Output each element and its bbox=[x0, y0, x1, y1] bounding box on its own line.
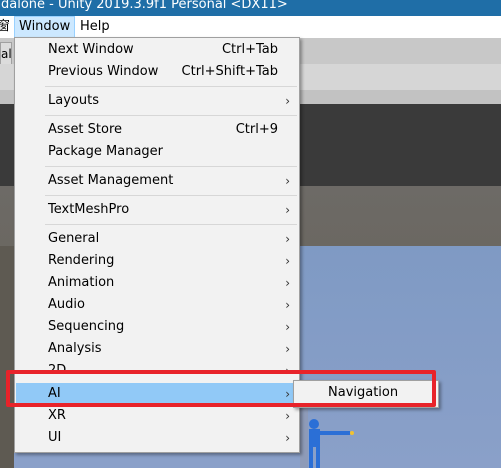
character-model-icon bbox=[300, 408, 354, 468]
menu-item-label: XR bbox=[48, 408, 66, 423]
chevron-right-icon: › bbox=[285, 174, 290, 188]
menu-separator bbox=[45, 166, 297, 167]
chevron-right-icon: › bbox=[285, 298, 290, 312]
menu-item-label: General bbox=[48, 231, 100, 246]
menu-separator bbox=[45, 195, 297, 196]
chevron-right-icon: › bbox=[285, 276, 290, 290]
menu-item-layouts[interactable]: Layouts › bbox=[16, 90, 298, 112]
chevron-right-icon: › bbox=[285, 94, 290, 108]
menu-item-label: Analysis bbox=[48, 341, 102, 356]
chevron-right-icon: › bbox=[285, 342, 290, 356]
chevron-right-icon: › bbox=[285, 409, 290, 423]
menu-item-label: Layouts bbox=[48, 93, 99, 108]
character-leg-left bbox=[309, 447, 313, 468]
menu-item-label: Asset Store bbox=[48, 122, 123, 137]
character-hand bbox=[350, 431, 354, 435]
chevron-right-icon: › bbox=[285, 254, 290, 268]
menu-item-label: Audio bbox=[48, 297, 85, 312]
scene-ground-edge bbox=[300, 408, 308, 468]
menu-item-label: Animation bbox=[48, 275, 115, 290]
menu-separator bbox=[45, 115, 297, 116]
annotation-highlight-box bbox=[6, 370, 436, 407]
menu-item-package-manager[interactable]: Package Manager bbox=[16, 141, 298, 163]
menu-item-label: UI bbox=[48, 430, 62, 445]
character-leg-right bbox=[316, 447, 320, 468]
menu-item-analysis[interactable]: Analysis › bbox=[16, 338, 298, 360]
chevron-right-icon: › bbox=[285, 431, 290, 445]
character-head bbox=[309, 419, 319, 429]
chevron-right-icon: › bbox=[285, 320, 290, 334]
menu-help[interactable]: Help bbox=[76, 16, 114, 38]
menu-item-partial[interactable]: 窗 bbox=[0, 16, 10, 38]
menu-bar: 窗 Window Help bbox=[0, 16, 501, 38]
menu-item-label: Package Manager bbox=[48, 144, 164, 159]
menu-item-audio[interactable]: Audio › bbox=[16, 294, 298, 316]
character-arm bbox=[320, 431, 350, 435]
editor-tab[interactable]: al bbox=[0, 42, 12, 66]
scene-ground-left bbox=[0, 246, 14, 468]
menu-item-shortcut: Ctrl+Tab bbox=[221, 42, 278, 57]
menu-item-rendering[interactable]: Rendering › bbox=[16, 250, 298, 272]
menu-item-shortcut: Ctrl+9 bbox=[235, 122, 278, 137]
menu-separator bbox=[45, 86, 297, 87]
menu-item-textmeshpro[interactable]: TextMeshPro › bbox=[16, 199, 298, 221]
menu-item-label: Sequencing bbox=[48, 319, 125, 334]
menu-item-label: Previous Window bbox=[48, 64, 159, 79]
menu-item-general[interactable]: General › bbox=[16, 228, 298, 250]
menu-item-sequencing[interactable]: Sequencing › bbox=[16, 316, 298, 338]
menu-item-ui[interactable]: UI › bbox=[16, 427, 298, 449]
menu-item-label: Asset Management bbox=[48, 173, 174, 188]
menu-item-xr[interactable]: XR › bbox=[16, 405, 298, 427]
menu-item-next-window[interactable]: Next Window Ctrl+Tab bbox=[16, 39, 298, 61]
editor-tab-label: al bbox=[1, 47, 12, 61]
menu-item-animation[interactable]: Animation › bbox=[16, 272, 298, 294]
menu-window[interactable]: Window bbox=[14, 16, 76, 38]
menu-item-asset-store[interactable]: Asset Store Ctrl+9 bbox=[16, 119, 298, 141]
chevron-right-icon: › bbox=[285, 232, 290, 246]
menu-item-previous-window[interactable]: Previous Window Ctrl+Shift+Tab bbox=[16, 61, 298, 83]
menu-item-asset-management[interactable]: Asset Management › bbox=[16, 170, 298, 192]
menu-separator bbox=[45, 224, 297, 225]
menu-item-label: Next Window bbox=[48, 42, 134, 57]
menu-item-shortcut: Ctrl+Shift+Tab bbox=[181, 64, 278, 79]
chevron-right-icon: › bbox=[285, 203, 290, 217]
menu-item-label: Rendering bbox=[48, 253, 115, 268]
window-title: dalone - Unity 2019.3.9f1 Personal <DX11… bbox=[1, 0, 288, 12]
menu-item-label: TextMeshPro bbox=[48, 202, 130, 217]
character-torso bbox=[309, 429, 320, 447]
window-title-bar: dalone - Unity 2019.3.9f1 Personal <DX11… bbox=[0, 0, 501, 16]
